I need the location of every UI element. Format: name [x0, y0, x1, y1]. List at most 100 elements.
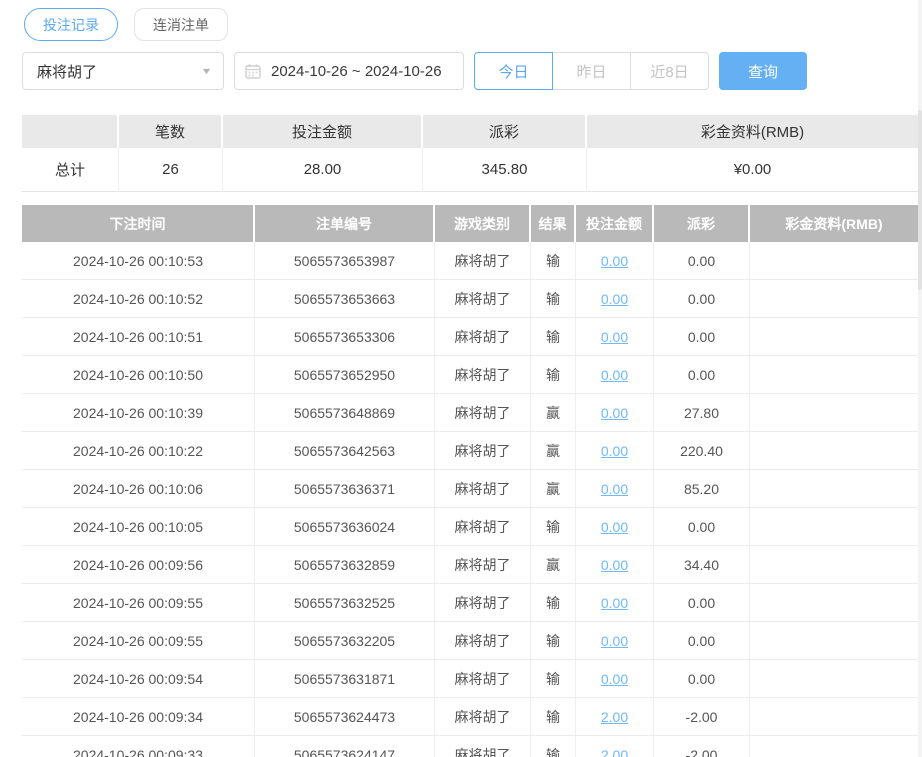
bets-header-cell-3: 结果 — [531, 205, 576, 242]
cell-bet-amount: 0.00 — [576, 660, 654, 698]
table-row: 2024-10-26 00:10:22 5065573642563 麻将胡了赢 0.0… — [22, 432, 918, 470]
cell-payout: 0.00 — [654, 508, 750, 546]
cell-bet-time: 2024-10-26 00:09:55 — [22, 622, 255, 660]
tab-betting-records[interactable]: 投注记录 — [24, 8, 118, 41]
date-range-value: 2024-10-26 ~ 2024-10-26 — [271, 62, 442, 80]
cell-game-type: 麻将胡了 — [435, 280, 531, 318]
cell-game-type: 麻将胡了 — [435, 584, 531, 622]
cell-game-type: 麻将胡了 — [435, 356, 531, 394]
cell-game-type: 麻将胡了 — [435, 470, 531, 508]
summary-header-cell-3: 派彩 — [423, 115, 587, 148]
bet-amount-link[interactable]: 0.00 — [601, 671, 628, 687]
bet-amount-link[interactable]: 0.00 — [601, 367, 628, 383]
table-row: 2024-10-26 00:10:05 5065573636024 麻将胡了输 0.0… — [22, 508, 918, 546]
cell-bet-amount: 0.00 — [576, 318, 654, 356]
bets-table: 下注时间 注单编号 游戏类别 结果 投注金额 派彩 彩金资料(RMB) 2024-10-26… — [22, 205, 918, 757]
calendar-icon — [245, 63, 261, 79]
cell-order-number: 5065573653663 — [255, 280, 435, 318]
cell-result: 输 — [531, 318, 576, 356]
cell-payout: 27.80 — [654, 394, 750, 432]
cell-order-number: 5065573648869 — [255, 394, 435, 432]
bet-amount-link[interactable]: 0.00 — [601, 405, 628, 421]
summary-value-4: ¥0.00 — [587, 148, 918, 192]
cell-bet-amount: 0.00 — [576, 280, 654, 318]
table-row: 2024-10-26 00:10:52 5065573653663 麻将胡了输 0.0… — [22, 280, 918, 318]
cell-bet-amount: 2.00 — [576, 736, 654, 757]
cell-order-number: 5065573624473 — [255, 698, 435, 736]
filter-controls: 麻将胡了 ▼ 2024-10-26 ~ 2024-10-26 今日昨日近8日 — [22, 52, 807, 90]
game-type-select[interactable]: 麻将胡了 ▼ — [22, 52, 224, 90]
table-row: 2024-10-26 00:10:53 5065573653987 麻将胡了输 0.0… — [22, 242, 918, 280]
table-row: 2024-10-26 00:09:54 5065573631871 麻将胡了输 0.0… — [22, 660, 918, 698]
bets-header-cell-5: 派彩 — [654, 205, 750, 242]
cell-bonus — [750, 546, 918, 584]
cell-bonus — [750, 508, 918, 546]
cell-order-number: 5065573624147 — [255, 736, 435, 757]
game-type-selected-value: 麻将胡了 — [37, 63, 98, 81]
cell-order-number: 5065573642563 — [255, 432, 435, 470]
scrollbar[interactable] — [918, 0, 922, 757]
scrollbar-thumb[interactable] — [918, 110, 922, 290]
cell-payout: 0.00 — [654, 660, 750, 698]
bets-header-cell-2: 游戏类别 — [435, 205, 531, 242]
cell-bet-amount: 0.00 — [576, 622, 654, 660]
cell-game-type: 麻将胡了 — [435, 432, 531, 470]
bet-amount-link[interactable]: 0.00 — [601, 557, 628, 573]
cell-bet-amount: 0.00 — [576, 394, 654, 432]
bets-header-cell-6: 彩金资料(RMB) — [750, 205, 918, 242]
cell-bonus — [750, 736, 918, 757]
table-row: 2024-10-26 00:10:39 5065573648869 麻将胡了赢 0.0… — [22, 394, 918, 432]
summary-header-cell-1: 笔数 — [119, 115, 223, 148]
bet-amount-link[interactable]: 0.00 — [601, 519, 628, 535]
bet-amount-link[interactable]: 0.00 — [601, 329, 628, 345]
cell-game-type: 麻将胡了 — [435, 698, 531, 736]
cell-game-type: 麻将胡了 — [435, 242, 531, 280]
summary-total-row: 总计 26 28.00 345.80 ¥0.00 — [22, 148, 918, 192]
table-row: 2024-10-26 00:10:50 5065573652950 麻将胡了输 0.0… — [22, 356, 918, 394]
cell-result: 输 — [531, 622, 576, 660]
cell-result: 输 — [531, 280, 576, 318]
cell-bonus — [750, 432, 918, 470]
table-row: 2024-10-26 00:09:33 5065573624147 麻将胡了输 2.0… — [22, 736, 918, 757]
bet-amount-link[interactable]: 0.00 — [601, 481, 628, 497]
bets-header-cell-4: 投注金额 — [576, 205, 654, 242]
cell-result: 输 — [531, 356, 576, 394]
top-tabs: 投注记录 连消注单 — [24, 8, 228, 41]
bet-amount-link[interactable]: 0.00 — [601, 633, 628, 649]
bet-amount-link[interactable]: 0.00 — [601, 253, 628, 269]
cell-bet-time: 2024-10-26 00:10:22 — [22, 432, 255, 470]
quick-date-button-0[interactable]: 今日 — [474, 52, 553, 90]
bet-amount-link[interactable]: 0.00 — [601, 443, 628, 459]
cell-bet-time: 2024-10-26 00:10:52 — [22, 280, 255, 318]
cell-bonus — [750, 698, 918, 736]
cell-result: 赢 — [531, 470, 576, 508]
tab-cancelled-orders[interactable]: 连消注单 — [134, 8, 228, 41]
bet-amount-link[interactable]: 2.00 — [601, 709, 628, 725]
summary-value-3: 345.80 — [423, 148, 587, 192]
bets-header-cell-0: 下注时间 — [22, 205, 255, 242]
date-range-input[interactable]: 2024-10-26 ~ 2024-10-26 — [234, 52, 464, 90]
quick-date-button-1[interactable]: 昨日 — [552, 52, 631, 90]
bets-table-header-row: 下注时间 注单编号 游戏类别 结果 投注金额 派彩 彩金资料(RMB) — [22, 205, 918, 242]
cell-game-type: 麻将胡了 — [435, 546, 531, 584]
cell-result: 赢 — [531, 394, 576, 432]
cell-result: 输 — [531, 660, 576, 698]
cell-game-type: 麻将胡了 — [435, 660, 531, 698]
quick-date-button-2[interactable]: 近8日 — [630, 52, 709, 90]
bet-amount-link[interactable]: 2.00 — [601, 747, 628, 757]
summary-value-1: 26 — [119, 148, 223, 192]
bet-amount-link[interactable]: 0.00 — [601, 595, 628, 611]
cell-payout: -2.00 — [654, 736, 750, 757]
cell-bet-time: 2024-10-26 00:09:54 — [22, 660, 255, 698]
table-row: 2024-10-26 00:09:55 5065573632205 麻将胡了输 0.0… — [22, 622, 918, 660]
cell-bonus — [750, 470, 918, 508]
cell-bet-time: 2024-10-26 00:09:33 — [22, 736, 255, 757]
query-button[interactable]: 查询 — [719, 52, 807, 90]
cell-payout: 220.40 — [654, 432, 750, 470]
cell-order-number: 5065573653987 — [255, 242, 435, 280]
cell-result: 输 — [531, 736, 576, 757]
bet-amount-link[interactable]: 0.00 — [601, 291, 628, 307]
quick-date-buttons: 今日 昨日 近8日 — [474, 52, 709, 90]
cell-bet-amount: 0.00 — [576, 356, 654, 394]
chevron-down-icon: ▼ — [200, 66, 213, 76]
